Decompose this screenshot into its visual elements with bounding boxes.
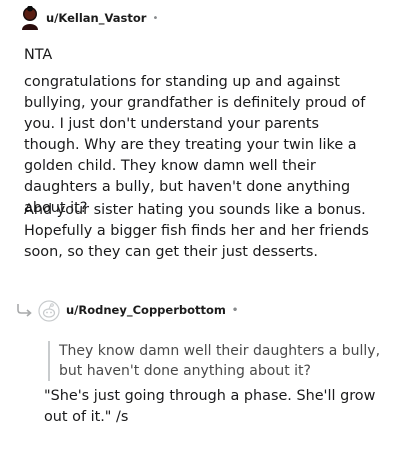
comment-header: u/Kellan_Vastor • — [20, 6, 158, 30]
comment-paragraph-1: congratulations for standing up and agai… — [24, 74, 366, 216]
comment-verdict: NTA — [24, 47, 53, 63]
header-separator: • — [152, 12, 159, 24]
comment-username[interactable]: u/Kellan_Vastor — [46, 11, 146, 25]
user-avatar-icon[interactable] — [20, 6, 40, 30]
reply-header: u/Rodney_Copperbottom • — [66, 303, 238, 317]
reply-header-separator: • — [231, 304, 239, 316]
reply-arrow-icon — [16, 302, 34, 322]
reply-body: "She's just going through a phase. She'l… — [44, 388, 376, 425]
reply-username[interactable]: u/Rodney_Copperbottom — [66, 303, 226, 317]
comment-paragraph-2: And your sister hating you sounds like a… — [24, 202, 369, 260]
default-snoo-avatar-icon[interactable] — [38, 300, 60, 326]
reply-quote: They know damn well their daughters a bu… — [48, 341, 389, 381]
